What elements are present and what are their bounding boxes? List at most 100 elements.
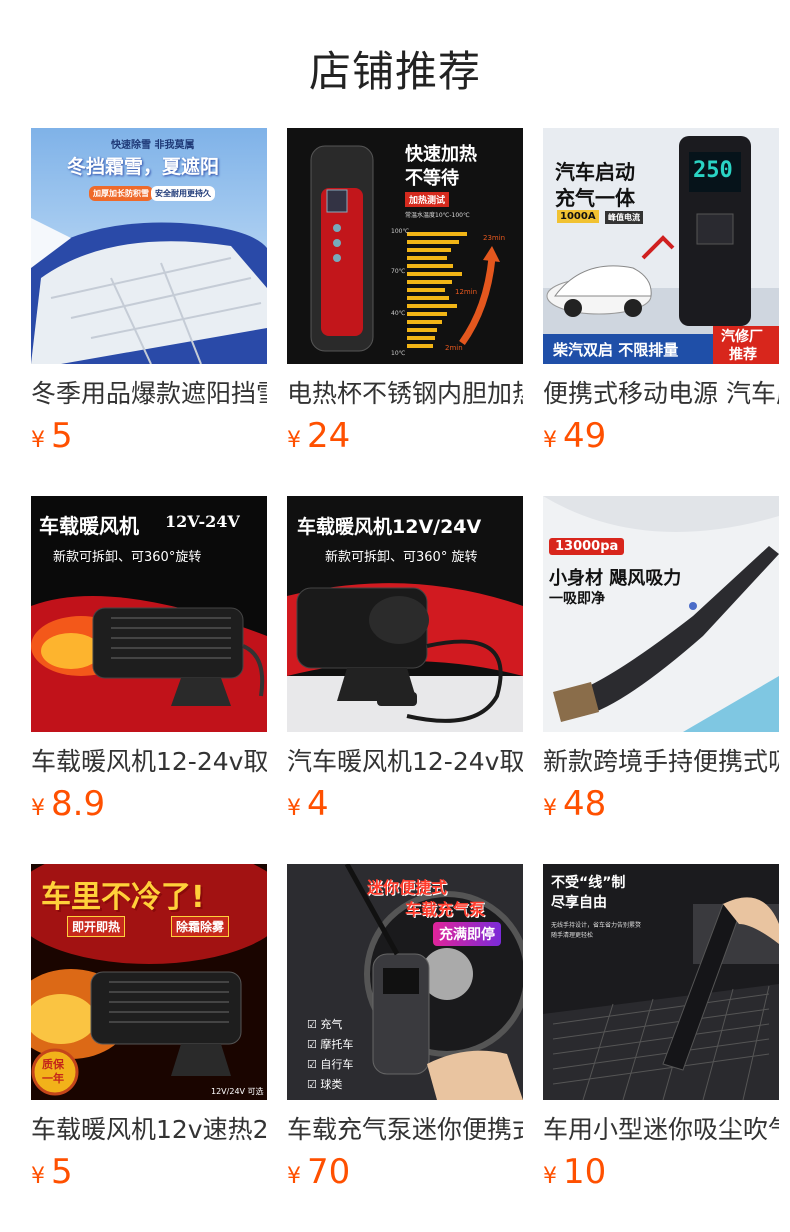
overlay-tagline: 快速除雪 非我莫属 — [111, 140, 195, 151]
price-value: 70 — [307, 1152, 351, 1192]
page-title: 店铺推荐 — [308, 47, 481, 96]
product-card[interactable]: 车载暖风机 12V-24V 新款可拆卸、可360°旋转 车载暖风机12-24v取… — [31, 496, 267, 824]
product-grid: 快速除雪 非我莫属 冬挡霜雪，夏遮阳 加厚加长防积雪 安全耐用更持久 冬季用品爆… — [31, 128, 790, 1232]
product-name[interactable]: 车载暖风机12-24v取暖器 — [31, 746, 267, 778]
time-label: 12min — [455, 288, 478, 296]
product-price: ¥4 — [287, 784, 523, 824]
overlay-badge: 即开即热 — [67, 916, 126, 937]
check-icon: ☑ — [307, 1078, 321, 1091]
display-readout: 250 — [693, 158, 733, 183]
product-card[interactable]: 快速除雪 非我莫属 冬挡霜雪，夏遮阳 加厚加长防积雪 安全耐用更持久 冬季用品爆… — [31, 128, 267, 456]
feature-label: 自行车 — [320, 1058, 354, 1071]
overlay-headline: 小身材 飓风吸力 — [549, 568, 682, 589]
product-image-air-pump[interactable]: 迷你便捷式 车载充气泵 充满即停 ☑ 充气 ☑ 摩托车 ☑ 自行车 ☑ 球类 — [287, 864, 523, 1100]
currency-symbol: ¥ — [31, 796, 45, 821]
overlay-headline: 汽车启动 — [555, 160, 635, 184]
price-value: 10 — [563, 1152, 607, 1192]
price-value: 49 — [563, 416, 607, 456]
price-value: 5 — [51, 1152, 73, 1192]
overlay-badge: 加厚加长防积雪 — [89, 186, 153, 201]
currency-symbol: ¥ — [543, 796, 557, 821]
product-card[interactable]: 不受“线”制 尽享自由 无线手持设计，省车省力告别累赘 随手清理更轻松 车用小型… — [543, 864, 779, 1192]
product-name[interactable]: 车载暖风机12v速热24v取暖 — [31, 1114, 267, 1146]
product-name[interactable]: 汽车暖风机12-24v取暖器 — [287, 746, 523, 778]
product-name[interactable]: 新款跨境手持便携式吸尘器 — [543, 746, 779, 778]
price-value: 8.9 — [51, 784, 106, 824]
product-image-heater[interactable]: 车里不冷了! 即开即热 除霜除雾 质保 一年 12V/24V 可选 — [31, 864, 267, 1100]
feature-label: 摩托车 — [320, 1038, 354, 1051]
time-label: 2min — [445, 344, 463, 352]
overlay-voltage: 12V-24V — [165, 512, 240, 531]
overlay-note: 随手清理更轻松 — [551, 932, 594, 939]
product-card[interactable]: 快速加热 不等待 加热测试 常温水温度10℃-100℃ 100℃ 70℃ 40℃… — [287, 128, 523, 456]
temp-label: 40℃ — [391, 310, 406, 317]
overlay-headline: 车里不冷了! — [41, 880, 205, 915]
product-card[interactable]: 13000pa 小身材 飓风吸力 一吸即净 新款跨境手持便携式吸尘器 ¥48 — [543, 496, 779, 824]
overlay-badge: 充满即停 — [433, 922, 501, 946]
product-card[interactable]: 车里不冷了! 即开即热 除霜除雾 质保 一年 12V/24V 可选 车载暖风机1… — [31, 864, 267, 1192]
feature-item: ☑ 充气 — [307, 1016, 342, 1032]
price-value: 4 — [307, 784, 329, 824]
product-card[interactable]: 汽车启动 充气一体 1000A 峰值电流 250 柴汽双启 不限排量 汽修厂 推… — [543, 128, 779, 456]
currency-symbol: ¥ — [543, 1164, 557, 1189]
currency-symbol: ¥ — [543, 428, 557, 453]
product-card[interactable]: 车载暖风机12V/24V 新款可拆卸、可360° 旋转 汽车暖风机12-24v取… — [287, 496, 523, 824]
overlay-headline: 不受“线”制 — [551, 875, 626, 891]
check-icon: ☑ — [307, 1018, 321, 1031]
product-image-jump-starter[interactable]: 汽车启动 充气一体 1000A 峰值电流 250 柴汽双启 不限排量 汽修厂 推… — [543, 128, 779, 364]
product-name[interactable]: 车用小型迷你吸尘吹气两用 — [543, 1114, 779, 1146]
overlay-headline: 车载暖风机 — [39, 514, 139, 538]
overlay-headline: 冬挡霜雪，夏遮阳 — [67, 156, 220, 178]
overlay-subline: 新款可拆卸、可360° 旋转 — [325, 550, 478, 565]
overlay-note: 无线手持设计，省车省力告别累赘 — [551, 922, 642, 929]
product-image-sunshade[interactable]: 快速除雪 非我莫属 冬挡霜雪，夏遮阳 加厚加长防积雪 安全耐用更持久 — [31, 128, 267, 364]
overlay-badge: 安全耐用更持久 — [151, 186, 215, 201]
product-image-vacuum-blower[interactable]: 不受“线”制 尽享自由 无线手持设计，省车省力告别累赘 随手清理更轻松 — [543, 864, 779, 1100]
product-name[interactable]: 冬季用品爆款遮阳挡雪 — [31, 378, 267, 410]
product-image-heated-cup[interactable]: 快速加热 不等待 加热测试 常温水温度10℃-100℃ 100℃ 70℃ 40℃… — [287, 128, 523, 364]
overlay-headline: 迷你便捷式 — [367, 878, 448, 897]
price-value: 48 — [563, 784, 607, 824]
currency-symbol: ¥ — [287, 428, 301, 453]
overlay-headline-2: 车载充气泵 — [405, 900, 486, 919]
overlay-badge: 加热测试 — [405, 192, 450, 207]
overlay-headline-2: 不等待 — [405, 168, 459, 189]
currency-symbol: ¥ — [31, 1164, 45, 1189]
temp-label: 10℃ — [391, 350, 406, 357]
feature-label: 充气 — [320, 1018, 343, 1031]
overlay-badge: 1000A — [557, 210, 599, 223]
product-name[interactable]: 车载充气泵迷你便携式电动 — [287, 1114, 523, 1146]
time-label: 23min — [483, 234, 506, 242]
temp-label: 100℃ — [391, 228, 410, 235]
product-price: ¥5 — [31, 1152, 267, 1192]
product-image-vacuum[interactable]: 13000pa 小身材 飓风吸力 一吸即净 — [543, 496, 779, 732]
overlay-headline-2: 尽享自由 — [551, 895, 607, 911]
product-price: ¥49 — [543, 416, 779, 456]
product-image-heater[interactable]: 车载暖风机12V/24V 新款可拆卸、可360° 旋转 — [287, 496, 523, 732]
product-name[interactable]: 电热杯不锈钢内胆加热 — [287, 378, 523, 410]
overlay-footer: 柴汽双启 不限排量 — [553, 341, 679, 359]
product-price: ¥5 — [31, 416, 267, 456]
overlay-note: 常温水温度10℃-100℃ — [405, 212, 470, 219]
product-card[interactable]: 迷你便捷式 车载充气泵 充满即停 ☑ 充气 ☑ 摩托车 ☑ 自行车 ☑ 球类 车… — [287, 864, 523, 1192]
product-image-heater[interactable]: 车载暖风机 12V-24V 新款可拆卸、可360°旋转 — [31, 496, 267, 732]
overlay-subline: 一吸即净 — [549, 591, 605, 607]
feature-label: 球类 — [320, 1078, 343, 1091]
currency-symbol: ¥ — [287, 1164, 301, 1189]
product-name[interactable]: 便携式移动电源 汽车应急 — [543, 378, 779, 410]
product-price: ¥8.9 — [31, 784, 267, 824]
feature-item: ☑ 球类 — [307, 1076, 342, 1092]
overlay-badge: 除霜除雾 — [171, 916, 230, 937]
check-icon: ☑ — [307, 1058, 321, 1071]
overlay-headline: 快速加热 — [405, 144, 477, 165]
overlay-footer-badge: 推荐 — [729, 347, 757, 363]
overlay-headline-2: 充气一体 — [555, 186, 635, 210]
overlay-badge: 13000pa — [549, 538, 625, 555]
currency-symbol: ¥ — [287, 796, 301, 821]
overlay-badge: 峰值电流 — [605, 211, 643, 224]
product-price: ¥24 — [287, 416, 523, 456]
product-price: ¥10 — [543, 1152, 779, 1192]
feature-item: ☑ 摩托车 — [307, 1036, 353, 1052]
overlay-headline: 车载暖风机12V/24V — [297, 516, 482, 538]
overlay-subline: 新款可拆卸、可360°旋转 — [53, 550, 202, 565]
